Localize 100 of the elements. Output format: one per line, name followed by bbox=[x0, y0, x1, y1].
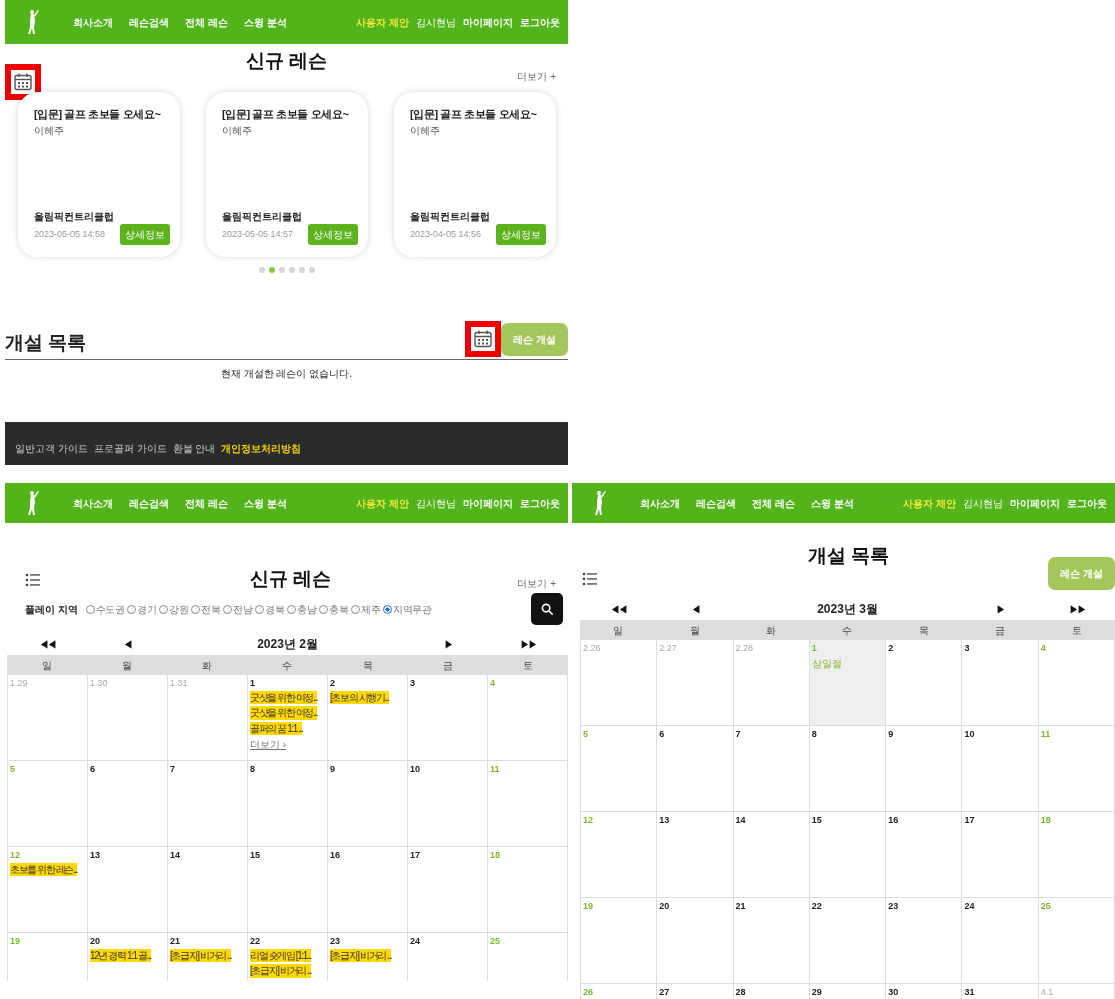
day-cell[interactable]: 22 리얼 숏게임 [1:1... [초급자] 비거리 ... bbox=[248, 933, 328, 981]
next-year-button[interactable]: ▶▶ bbox=[1068, 601, 1085, 617]
day-cell[interactable]: 20 bbox=[657, 898, 734, 984]
weekday-label: 금 bbox=[441, 658, 454, 673]
day-cell[interactable]: 16 bbox=[328, 847, 408, 933]
pager-dot[interactable] bbox=[258, 267, 265, 273]
day-cell[interactable]: 14 bbox=[733, 812, 810, 898]
weekday-label: 월 bbox=[121, 658, 134, 673]
instructor-name: 이혜주 bbox=[34, 123, 65, 138]
previous-year-button[interactable]: ◀◀ bbox=[39, 636, 56, 652]
day-cell[interactable]: 16 bbox=[886, 812, 963, 898]
search-button[interactable] bbox=[531, 593, 563, 625]
previous-year-button[interactable]: ◀◀ bbox=[610, 601, 627, 617]
day-cell[interactable]: 6 bbox=[657, 726, 734, 812]
previous-month-button[interactable]: ◀ bbox=[123, 636, 132, 652]
day-cell[interactable]: 7 bbox=[733, 726, 810, 812]
region-radio-option[interactable]: 전남 bbox=[223, 601, 253, 617]
list-icon[interactable] bbox=[582, 570, 598, 587]
next-month-button[interactable]: ▶ bbox=[996, 601, 1005, 617]
lesson-card[interactable]: [입문] 골프 초보들 오세요~ 이혜주 올림픽컨트리클럽 2023-05-05 14:58 상세정보 bbox=[18, 92, 180, 257]
more-link[interactable]: 더보기 + bbox=[517, 576, 556, 591]
day-number: 14 bbox=[735, 815, 746, 826]
day-cell[interactable]: 15 bbox=[248, 847, 328, 933]
golfer-icon[interactable] bbox=[594, 490, 606, 516]
lesson-card[interactable]: [입문] 골프 초보들 오세요~ 이혜주 올림픽컨트리클럽 2023-04-05 14:56 상세정보 bbox=[394, 92, 556, 257]
day-cell[interactable]: 14 bbox=[168, 847, 248, 933]
region-radio-option[interactable]: 지역무관 bbox=[383, 601, 432, 617]
day-cell[interactable]: 3 bbox=[962, 640, 1039, 726]
footer-link[interactable]: 프로골퍼 가이드 bbox=[93, 441, 167, 456]
day-cell[interactable]: 10 bbox=[408, 761, 488, 847]
day-cell[interactable]: 23 [초급자] 비거리 ... bbox=[328, 933, 408, 981]
next-year-button[interactable]: ▶▶ bbox=[519, 636, 536, 652]
footer-link[interactable]: 환불 안내 bbox=[172, 441, 216, 456]
day-cell[interactable]: 23 bbox=[886, 898, 963, 984]
footer-link[interactable]: 개인정보처리방침 bbox=[221, 441, 302, 456]
day-cell[interactable]: 7 bbox=[168, 761, 248, 847]
pager-dot[interactable] bbox=[278, 267, 285, 273]
region-radio-option[interactable]: 충북 bbox=[319, 601, 349, 617]
day-cell[interactable]: 9 bbox=[328, 761, 408, 847]
day-cell[interactable]: 28 bbox=[733, 984, 810, 999]
day-cell[interactable]: 24 bbox=[408, 933, 488, 981]
day-cell[interactable]: 9 bbox=[886, 726, 963, 812]
lesson-event[interactable]: [초급자] 비거리 ... bbox=[330, 948, 392, 963]
day-cell[interactable]: 8 bbox=[248, 761, 328, 847]
day-cell[interactable]: 30 bbox=[886, 984, 963, 999]
card-title: [입문] 골프 초보들 오세요~ bbox=[410, 107, 538, 122]
pager-dot[interactable] bbox=[298, 267, 305, 273]
day-cell[interactable]: 21 [초급자] 비거리 ... bbox=[168, 933, 248, 981]
day-cell[interactable]: 2 [초보의 시행기... bbox=[328, 675, 408, 761]
lesson-event[interactable]: [초급자] 비거리 ... bbox=[170, 948, 232, 963]
region-radio-option[interactable]: 수도권 bbox=[85, 601, 125, 617]
footer-link[interactable]: 일반고객 가이드 bbox=[15, 441, 88, 456]
more-link[interactable]: 더보기 › bbox=[250, 737, 287, 753]
day-cell[interactable]: 31 bbox=[962, 984, 1039, 999]
lesson-event[interactable]: 리얼 숏게임 [1:1... bbox=[250, 948, 311, 963]
day-cell[interactable]: 20 12년 경력 1:1 골... bbox=[88, 933, 168, 981]
region-radio-option[interactable]: 전북 bbox=[191, 601, 221, 617]
day-number: 2.28 bbox=[735, 643, 754, 654]
day-cell[interactable]: 8 bbox=[809, 726, 887, 812]
day-cell[interactable]: 6 bbox=[88, 761, 168, 847]
lesson-event[interactable]: 12년 경력 1:1 골... bbox=[90, 948, 151, 963]
day-cell[interactable]: 29 bbox=[809, 984, 887, 999]
day-number: 13 bbox=[659, 815, 670, 826]
day-cell[interactable]: 10 bbox=[962, 726, 1039, 812]
region-radio-option[interactable]: 강원 bbox=[159, 601, 189, 617]
pager-dot[interactable] bbox=[268, 267, 275, 273]
calendar-icon[interactable] bbox=[473, 329, 494, 349]
lesson-datetime: 2023-05-05 14:58 bbox=[34, 227, 106, 241]
day-cell[interactable]: 3 bbox=[408, 675, 488, 761]
region-radio-option[interactable]: 제주 bbox=[351, 601, 381, 617]
region-radio-option[interactable]: 경북 bbox=[255, 601, 285, 617]
lesson-event[interactable]: 골퍼의 꿈 1:1 ... bbox=[250, 721, 303, 736]
more-link[interactable]: 더보기 + bbox=[517, 69, 556, 84]
lesson-event[interactable]: [초급자] 비거리 ... bbox=[250, 964, 312, 978]
day-cell[interactable]: 24 bbox=[962, 898, 1039, 984]
day-cell[interactable]: 22 bbox=[809, 898, 887, 984]
golfer-icon[interactable] bbox=[27, 9, 39, 35]
list-icon[interactable] bbox=[25, 571, 41, 588]
previous-month-button[interactable]: ◀ bbox=[690, 601, 699, 617]
lesson-event[interactable]: [초보의 시행기... bbox=[330, 690, 389, 705]
day-cell[interactable]: 17 bbox=[962, 812, 1039, 898]
golfer-icon[interactable] bbox=[27, 490, 39, 516]
lesson-card[interactable]: [입문] 골프 초보들 오세요~ 이혜주 올림픽컨트리클럽 2023-05-05 14:57 상세정보 bbox=[206, 92, 368, 257]
day-cell[interactable]: 17 bbox=[408, 847, 488, 933]
pager-dot[interactable] bbox=[288, 267, 295, 273]
region-radio-option[interactable]: 충남 bbox=[287, 601, 317, 617]
day-cell[interactable]: 2 bbox=[886, 640, 963, 726]
region-radio-option[interactable]: 경기 bbox=[127, 601, 157, 617]
day-cell[interactable]: 13 bbox=[657, 812, 734, 898]
weekday-label: 토 bbox=[521, 658, 534, 673]
day-cell[interactable]: 13 bbox=[88, 847, 168, 933]
day-number: 16 bbox=[330, 850, 340, 861]
pager-dot[interactable] bbox=[308, 267, 315, 273]
next-month-button[interactable]: ▶ bbox=[443, 636, 452, 652]
weekday-label: 목 bbox=[361, 658, 374, 673]
day-cell[interactable]: 27 bbox=[657, 984, 734, 999]
day-cell[interactable]: 21 bbox=[733, 898, 810, 984]
calendar-icon[interactable] bbox=[13, 72, 33, 92]
club-name: 올림픽컨트리클럽 bbox=[410, 210, 491, 224]
day-cell[interactable]: 15 bbox=[809, 812, 887, 898]
